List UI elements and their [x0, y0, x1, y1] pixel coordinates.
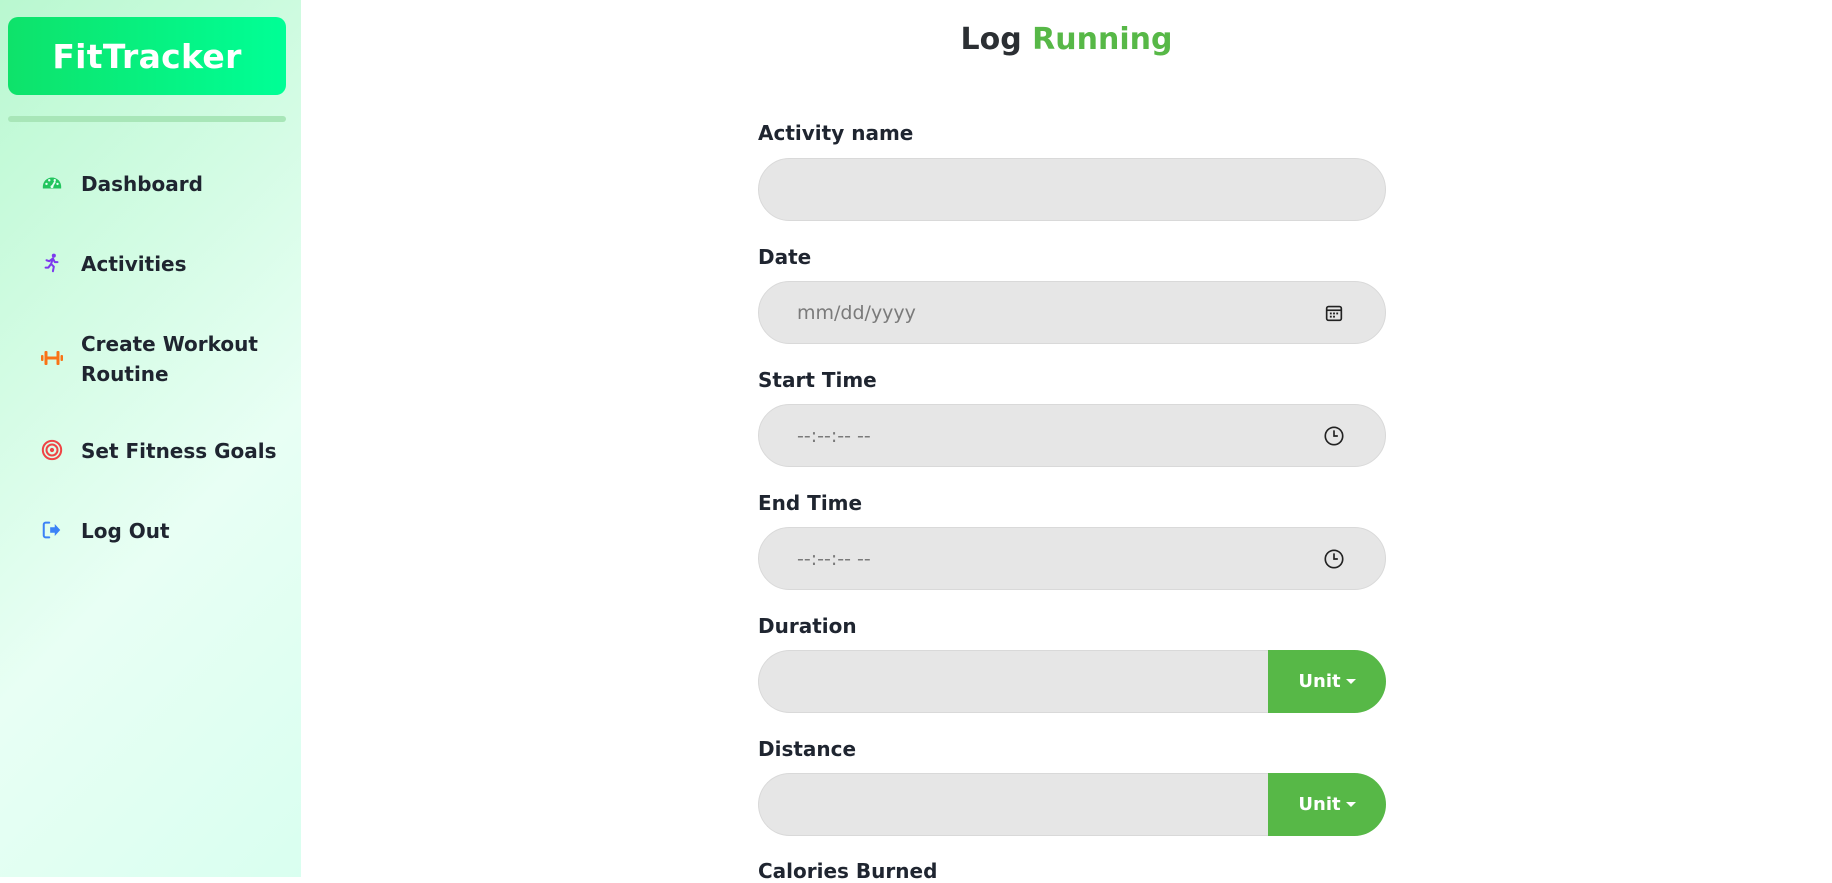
end-time-label: End Time	[758, 491, 863, 515]
duration-input-group: Unit	[758, 650, 1386, 713]
activity-name-label: Activity name	[758, 121, 914, 145]
sidebar-item-create-workout-routine[interactable]: Create Workout Routine	[40, 329, 290, 389]
duration-unit-label: Unit	[1298, 671, 1341, 692]
sidebar-item-label: Create Workout Routine	[81, 332, 258, 386]
calories-burned-label: Calories Burned	[758, 859, 938, 883]
start-time-input[interactable]: --:--:-- --	[758, 404, 1386, 467]
end-time-input[interactable]: --:--:-- --	[758, 527, 1386, 590]
duration-input[interactable]	[758, 650, 1278, 713]
distance-input[interactable]	[758, 773, 1278, 836]
clock-icon[interactable]	[1323, 425, 1345, 447]
distance-input-group: Unit	[758, 773, 1386, 836]
duration-label: Duration	[758, 614, 857, 638]
dumbbell-icon	[40, 346, 64, 370]
logout-icon	[40, 518, 64, 542]
running-person-icon	[40, 251, 64, 275]
sidebar-item-label: Log Out	[81, 519, 170, 543]
sidebar-item-label: Dashboard	[81, 172, 203, 196]
calendar-icon[interactable]	[1323, 302, 1345, 324]
sidebar-item-log-out[interactable]: Log Out	[40, 516, 290, 546]
sidebar-item-label: Set Fitness Goals	[81, 439, 277, 463]
sidebar: FitTracker Dashboard Activities Create W…	[0, 0, 301, 877]
distance-label: Distance	[758, 737, 857, 761]
sidebar-item-set-fitness-goals[interactable]: Set Fitness Goals	[40, 436, 290, 466]
target-icon	[40, 438, 64, 462]
page-title-prefix: Log	[960, 22, 1022, 57]
app-logo[interactable]: FitTracker	[8, 17, 286, 95]
caret-down-icon	[1345, 679, 1356, 684]
distance-unit-label: Unit	[1298, 794, 1341, 815]
date-input[interactable]: mm/dd/yyyy	[758, 281, 1386, 344]
page-title: Log Running	[301, 22, 1832, 57]
logo-divider	[8, 116, 286, 122]
distance-unit-dropdown[interactable]: Unit	[1268, 773, 1386, 836]
gauge-icon	[40, 171, 64, 195]
start-time-placeholder: --:--:-- --	[797, 424, 871, 447]
caret-down-icon	[1345, 802, 1356, 807]
end-time-placeholder: --:--:-- --	[797, 547, 871, 570]
sidebar-item-dashboard[interactable]: Dashboard	[40, 169, 290, 199]
clock-icon[interactable]	[1323, 548, 1345, 570]
duration-unit-dropdown[interactable]: Unit	[1268, 650, 1386, 713]
start-time-label: Start Time	[758, 368, 877, 392]
page-title-activity: Running	[1032, 22, 1173, 57]
activity-name-input[interactable]	[758, 158, 1386, 221]
date-label: Date	[758, 245, 812, 269]
main-content: Log Running Activity name Date mm/dd/yyy…	[301, 0, 1832, 883]
sidebar-item-label: Activities	[81, 252, 187, 276]
sidebar-item-activities[interactable]: Activities	[40, 249, 290, 279]
date-placeholder: mm/dd/yyyy	[797, 301, 916, 324]
